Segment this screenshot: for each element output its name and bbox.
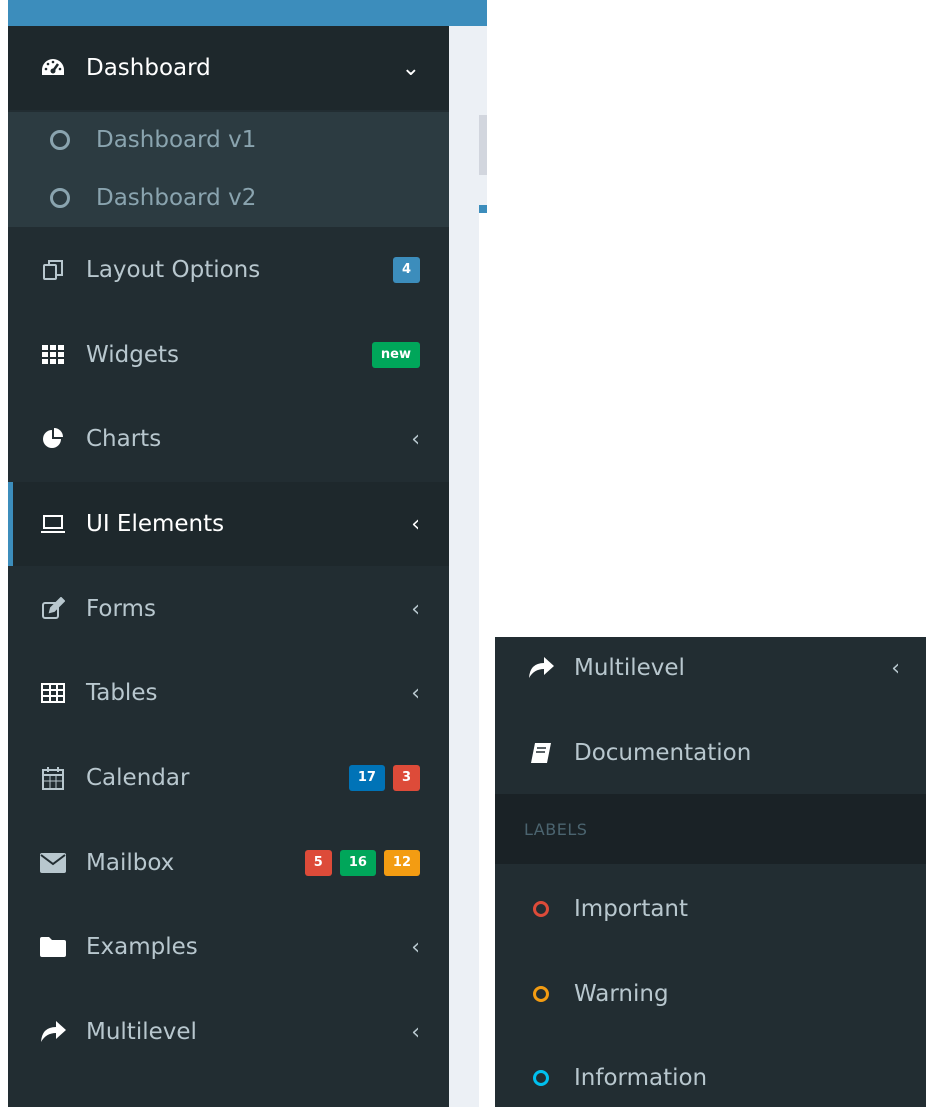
label-item-text: Important [574,896,689,922]
label-item-text: Warning [574,981,669,1007]
main-sidebar: Dashboard ⌄ Dashboard v1 Dashboard v2 La… [8,0,449,1107]
content-wrapper [449,0,487,1107]
circle-icon [526,894,556,924]
chevron-left-icon: ‹ [411,680,420,706]
th-icon [38,340,68,370]
submenu-item-dashboard-v1[interactable]: Dashboard v1 [8,112,449,168]
header-bar [449,0,487,26]
sidebar-item-ui-elements[interactable]: UI Elements ‹ [8,482,449,566]
sidebar-item-label: Tables [86,680,158,706]
sidebar-item-widgets[interactable]: Widgets new [8,313,449,397]
submenu-item-dashboard-v2[interactable]: Dashboard v2 [8,170,449,226]
chevron-down-icon: ⌄ [401,55,420,81]
sidebar-item-label: Multilevel [86,1019,197,1045]
count-badge: 16 [339,850,376,876]
count-badge: 5 [304,850,332,876]
chevron-left-icon: ‹ [411,426,420,452]
sidebar-item-tables[interactable]: Tables ‹ [8,651,449,735]
count-badge: 17 [348,765,385,791]
sidebar-item-label: Layout Options [86,257,261,283]
laptop-icon [38,509,68,539]
sidebar-lower-panel: Multilevel ‹ Documentation LABELS Import… [495,637,926,1107]
sidebar-item-documentation[interactable]: Documentation [495,711,926,795]
table-icon [38,678,68,708]
sidebar-item-label: Examples [86,934,198,960]
sidebar-item-calendar[interactable]: Calendar 17 3 [8,736,449,820]
sidebar-item-dashboard[interactable]: Dashboard ⌄ [8,26,449,110]
count-badge: 4 [392,257,420,283]
share-icon [526,653,556,683]
sidebar-item-label: Widgets [86,342,179,368]
chevron-left-icon: ‹ [411,596,420,622]
breadcrumb [479,115,487,175]
content-box [479,213,487,1107]
sidebar-item-label: Calendar [86,765,190,791]
calendar-icon [38,763,68,793]
label-item-text: Information [574,1065,708,1091]
sidebar-item-mailbox[interactable]: Mailbox 5 16 12 [8,821,449,905]
folder-icon [38,932,68,962]
sidebar-item-multilevel[interactable]: Multilevel ‹ [495,637,926,710]
label-item-important[interactable]: Important [495,867,926,951]
submenu-item-label: Dashboard v2 [96,185,257,211]
sidebar-item-label: Forms [86,596,156,622]
sidebar-item-label: Dashboard [86,55,211,81]
dashboard-submenu: Dashboard v1 Dashboard v2 [8,112,449,227]
circle-icon [526,979,556,1009]
labels-header-text: LABELS [524,819,588,839]
sidebar-item-charts[interactable]: Charts ‹ [8,397,449,481]
sidebar-item-multilevel[interactable]: Multilevel ‹ [8,990,449,1074]
sidebar-item-label: Charts [86,426,162,452]
sidebar-item-layout-options[interactable]: Layout Options 4 [8,228,449,312]
sidebar-item-forms[interactable]: Forms ‹ [8,567,449,651]
chevron-left-icon: ‹ [411,934,420,960]
dashboard-icon [38,53,68,83]
submenu-item-label: Dashboard v1 [96,127,257,153]
pie-chart-icon [38,424,68,454]
circle-icon [50,130,70,150]
count-badge: 3 [392,765,420,791]
labels-header: LABELS [495,794,926,864]
chevron-left-icon: ‹ [411,1019,420,1045]
book-icon [526,738,556,768]
circle-icon [50,188,70,208]
files-icon [38,255,68,285]
label-item-warning[interactable]: Warning [495,952,926,1036]
label-item-information[interactable]: Information [495,1036,926,1107]
envelope-icon [38,848,68,878]
sidebar-item-label: Multilevel [574,655,685,681]
new-badge: new [371,342,420,368]
edit-icon [38,594,68,624]
chevron-left-icon: ‹ [411,511,420,537]
count-badge: 12 [383,850,420,876]
circle-icon [526,1063,556,1093]
sidebar-item-label: Mailbox [86,850,175,876]
sidebar-item-label: Documentation [574,740,752,766]
box-border [479,205,487,213]
chevron-left-icon: ‹ [891,656,900,681]
sidebar-item-examples[interactable]: Examples ‹ [8,905,449,989]
sidebar-item-label: UI Elements [86,511,225,537]
share-icon [38,1017,68,1047]
header-bar [8,0,449,26]
